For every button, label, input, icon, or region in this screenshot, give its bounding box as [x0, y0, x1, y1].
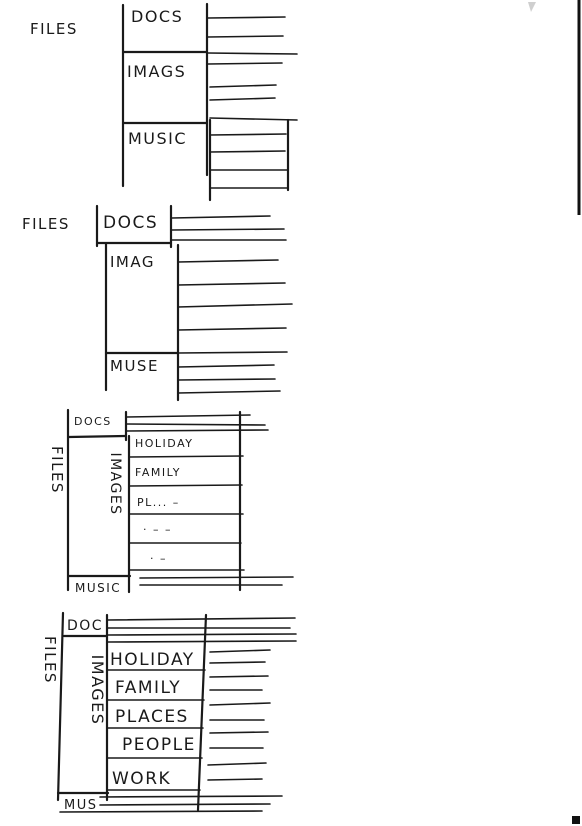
- sketch-3-sub-4-label: · – –: [143, 523, 172, 536]
- sketch-4-cat-b-label: IMAGES: [88, 655, 107, 726]
- sketch-3: FILES DOCS IMAGES MUSIC HOLIDAY FAMILY P…: [48, 408, 294, 595]
- sketch-3-sub-2-label: FAMILY: [135, 466, 181, 479]
- sketch-3-sub-1-label: HOLIDAY: [135, 437, 193, 450]
- sketch-4: FILES DOC IMAGES MUS HOLIDAY FAMILY PLAC…: [41, 611, 297, 813]
- sketch-2-cat-c-label: MUSE: [110, 357, 159, 375]
- sketch-1-root-label: FILES: [30, 20, 78, 38]
- scan-mark: [572, 816, 580, 824]
- sketch-4-sub-2-label: FAMILY: [115, 678, 181, 698]
- sketch-1-cat-b-label: IMAGS: [127, 62, 186, 81]
- sketch-2-cat-a-label: DOCS: [103, 213, 158, 233]
- sketch-2-list-lines: [171, 215, 293, 394]
- sketch-3-sub-3-label: PL... –: [137, 496, 180, 509]
- sketch-4-sub-3-label: PLACES: [115, 707, 189, 727]
- sketch-1-cat-a-label: DOCS: [131, 7, 183, 26]
- sketch-1: FILES DOCS IMAGS MUSIC: [30, 2, 298, 202]
- sketch-3-cat-c-label: MUSIC: [75, 581, 121, 595]
- sketch-4-sub-5-label: WORK: [112, 769, 171, 789]
- sketch-3-cat-a-label: DOCS: [74, 415, 112, 428]
- sketch-4-cat-c-label: MUS: [64, 798, 97, 813]
- sketch-4-sub-1-label: HOLIDAY: [110, 650, 195, 670]
- sketch-2-cat-b-label: IMAG: [110, 253, 155, 271]
- sketch-4-root-label: FILES: [41, 636, 59, 684]
- sketch-3-sub-5-label: · –: [150, 552, 167, 565]
- sketch-1-cat-c-label: MUSIC: [128, 129, 187, 148]
- sketch-4-list-border: [196, 613, 208, 812]
- sketch-3-cat-b-label: IMAGES: [107, 452, 123, 515]
- sketch-3-row-rule: [67, 434, 127, 439]
- sketch-4-cat-a-label: DOC: [67, 618, 103, 634]
- sketch-2-root-label: FILES: [22, 215, 70, 233]
- scan-mark: [528, 2, 536, 12]
- sketch-1-list-lines: [207, 16, 298, 189]
- sketch-3-root-label: FILES: [48, 446, 66, 494]
- wireframe-sketch-canvas: FILES DOCS IMAGS MUSIC FILES DOCS IMAG M…: [22, 0, 581, 824]
- sketch-4-sub-4-label: PEOPLE: [122, 735, 196, 755]
- sketch-2: FILES DOCS IMAG MUSE: [22, 204, 293, 402]
